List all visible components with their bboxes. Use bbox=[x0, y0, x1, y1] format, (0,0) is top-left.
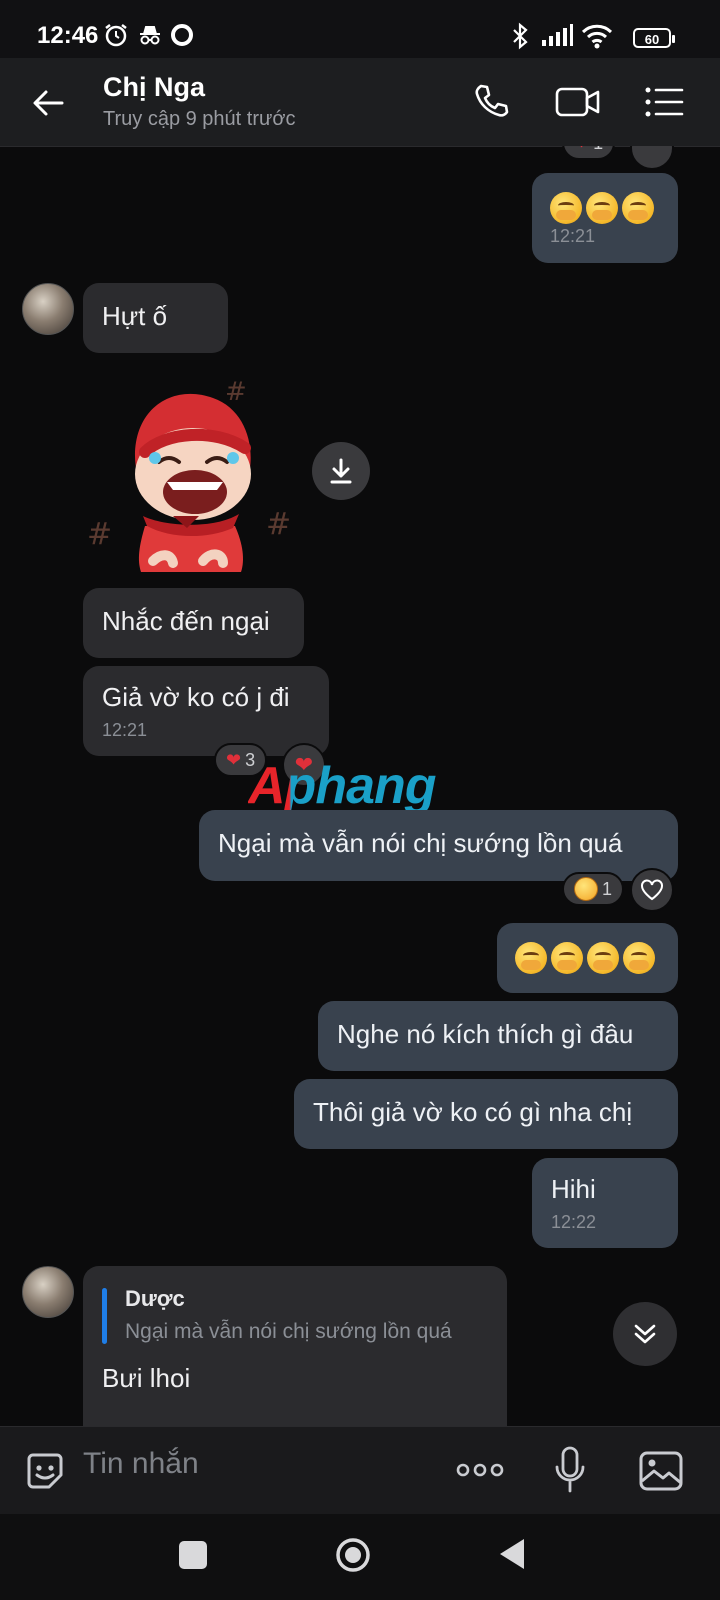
svg-text:#: # bbox=[87, 517, 112, 552]
avatar[interactable] bbox=[22, 1266, 74, 1318]
status-time: 12:46 bbox=[37, 22, 99, 49]
bluetooth-icon bbox=[509, 22, 531, 50]
like-button[interactable] bbox=[630, 868, 674, 912]
status-bar: 12:46 60 bbox=[0, 0, 720, 58]
reply-indicator bbox=[102, 1288, 107, 1344]
chat-header: Chị Nga Truy cập 9 phút trước bbox=[0, 58, 720, 147]
message-time: 12:21 bbox=[102, 720, 148, 740]
heart-reaction-icon: ❤ bbox=[226, 749, 242, 770]
message-outgoing[interactable]: 12:21 bbox=[532, 173, 678, 263]
message-outgoing[interactable]: Ngại mà vẫn nói chị sướng lồn quá bbox=[199, 810, 678, 881]
message-text: Ngại mà vẫn nói chị sướng lồn quá bbox=[218, 828, 623, 858]
message-text: Bưi lhoi bbox=[102, 1363, 191, 1393]
video-call-icon[interactable] bbox=[555, 85, 601, 119]
sticker-image[interactable]: # # # bbox=[83, 366, 303, 581]
hand-over-mouth-emoji-icon bbox=[515, 942, 547, 975]
menu-icon[interactable] bbox=[644, 86, 684, 118]
message-incoming[interactable]: Giả vờ ko có j đi 12:21 bbox=[83, 666, 329, 756]
message-text: Giả vờ ko có j đi bbox=[102, 682, 290, 712]
signal-icon bbox=[540, 22, 574, 48]
double-chevron-down-icon bbox=[634, 1324, 656, 1344]
hand-over-mouth-emoji-icon bbox=[551, 942, 583, 975]
watermark: Aphang bbox=[248, 756, 437, 816]
battery-icon: 60 bbox=[633, 28, 675, 48]
home-icon[interactable] bbox=[334, 1536, 372, 1574]
avatar[interactable] bbox=[22, 283, 74, 335]
message-outgoing[interactable]: Thôi giả vờ ko có gì nha chị bbox=[294, 1079, 678, 1149]
hand-over-mouth-emoji-icon bbox=[622, 192, 654, 225]
reaction-pill[interactable]: 1 bbox=[562, 872, 625, 906]
message-list[interactable]: ❤ 1 12:21 Hựt ố # # # bbox=[0, 146, 720, 1426]
message-composer: Tin nhắn bbox=[0, 1426, 720, 1515]
hand-over-mouth-emoji-icon bbox=[586, 192, 618, 225]
sticker-icon[interactable] bbox=[23, 1449, 67, 1493]
message-incoming[interactable]: Hựt ố bbox=[83, 283, 228, 353]
download-button[interactable] bbox=[312, 442, 370, 500]
scroll-to-bottom-button[interactable] bbox=[613, 1302, 677, 1366]
contact-status: Truy cập 9 phút trước bbox=[103, 108, 296, 130]
phone-icon[interactable] bbox=[472, 82, 510, 120]
reply-quote[interactable]: Ngại mà vẫn nói chị sướng lồn quá bbox=[125, 1320, 452, 1344]
recents-icon[interactable] bbox=[179, 1541, 207, 1569]
reply-author: Dược bbox=[125, 1286, 185, 1311]
system-nav-bar bbox=[0, 1514, 720, 1600]
message-time: 12:21 bbox=[550, 226, 596, 247]
more-icon[interactable] bbox=[456, 1461, 504, 1479]
svg-text:#: # bbox=[225, 377, 247, 407]
message-outgoing[interactable] bbox=[497, 923, 678, 993]
laughing-emoji-icon bbox=[574, 877, 598, 901]
message-outgoing[interactable]: Hihi 12:22 bbox=[532, 1158, 678, 1248]
heart-outline-icon bbox=[641, 879, 663, 901]
message-text: Hihi bbox=[551, 1174, 596, 1204]
contact-name[interactable]: Chị Nga bbox=[103, 72, 205, 103]
hand-over-mouth-emoji-icon bbox=[587, 942, 619, 975]
alarm-icon bbox=[103, 22, 129, 48]
message-incoming-reply[interactable]: Dược Ngại mà vẫn nói chị sướng lồn quá B… bbox=[83, 1266, 507, 1426]
hand-over-mouth-emoji-icon bbox=[550, 192, 582, 225]
incognito-icon bbox=[137, 22, 163, 48]
message-outgoing[interactable]: Nghe nó kích thích gì đâu bbox=[318, 1001, 678, 1071]
like-button[interactable] bbox=[630, 146, 674, 170]
back-icon[interactable] bbox=[497, 1537, 527, 1571]
heart-reaction-icon: ❤ bbox=[574, 146, 589, 154]
message-text: Nhắc đến ngại bbox=[102, 606, 270, 636]
download-icon bbox=[330, 458, 352, 484]
message-text: Nghe nó kích thích gì đâu bbox=[337, 1019, 634, 1049]
wifi-icon bbox=[581, 22, 613, 50]
svg-text:#: # bbox=[266, 507, 291, 542]
hand-over-mouth-emoji-icon bbox=[623, 942, 655, 975]
reaction-pill[interactable]: ❤ 1 bbox=[562, 146, 616, 160]
image-icon[interactable] bbox=[638, 1449, 684, 1493]
message-incoming[interactable]: Nhắc đến ngại bbox=[83, 588, 304, 658]
microphone-icon[interactable] bbox=[553, 1445, 587, 1495]
message-text: Thôi giả vờ ko có gì nha chị bbox=[313, 1097, 633, 1127]
message-input[interactable]: Tin nhắn bbox=[83, 1447, 199, 1481]
reaction-count: 1 bbox=[593, 146, 603, 154]
watermark-text: Aphang bbox=[248, 757, 437, 815]
back-arrow-icon[interactable] bbox=[28, 83, 68, 123]
circle-icon bbox=[169, 22, 195, 48]
message-time: 12:22 bbox=[551, 1212, 597, 1232]
reaction-count: 1 bbox=[602, 878, 613, 899]
message-text: Hựt ố bbox=[102, 301, 168, 331]
